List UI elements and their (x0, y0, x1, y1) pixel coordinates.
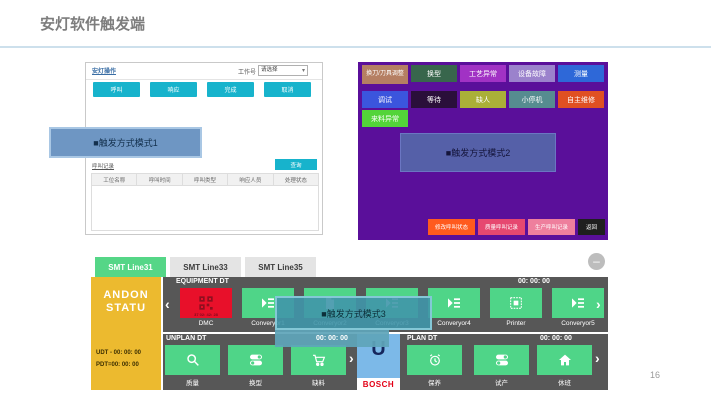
unplan-tile-quality[interactable]: 质量 (165, 345, 220, 387)
record-table-body (91, 186, 319, 231)
alarm-clock-icon (407, 345, 462, 375)
job-number-value: 请选择 (261, 67, 278, 73)
production-call-record-button[interactable]: 生产呼叫记录 (528, 219, 575, 235)
query-button[interactable]: 查询 (275, 159, 317, 170)
pdt-time: PDT=00: 00: 00 (96, 362, 139, 368)
plan-tile-trial-production[interactable]: 试产 (474, 345, 529, 387)
chevron-right-icon[interactable]: › (349, 351, 354, 365)
home-icon (537, 345, 592, 375)
andon-status-panel: ANDON STATU UDT - 00: 00: 00 PDT=00: 00:… (91, 277, 161, 390)
modify-call-status-button[interactable]: 修改呼叫状态 (428, 219, 475, 235)
job-number-label: 工作号 (238, 67, 256, 76)
chevron-left-icon[interactable]: ‹ (165, 297, 170, 311)
mode3-callout: ■触发方式模式3 (275, 296, 432, 330)
col-header: 处理状态 (274, 174, 318, 185)
equipment-tile-conveyor4[interactable]: Converyor4 (428, 288, 480, 327)
andon-tile-measure[interactable]: 测量 (558, 65, 604, 82)
andon-title-line2: STATU (91, 302, 161, 314)
andon-tile-material-abnormal[interactable]: 来料异常 (362, 110, 408, 127)
page-number: 16 (650, 370, 660, 380)
plan-tile-maintenance[interactable]: 保养 (407, 345, 462, 387)
tab-smt-line35[interactable]: SMT Line35 (245, 257, 316, 277)
page-title: 安灯软件触发端 (40, 13, 145, 34)
col-header: 响应人员 (228, 174, 273, 185)
andon-tile-minor-stop[interactable]: 小停机 (509, 91, 555, 108)
record-table-header: 工位名称 呼叫时间 呼叫类型 响应人员 处理状态 (91, 173, 319, 186)
magnifier-icon (165, 345, 220, 375)
cart-icon (291, 345, 346, 375)
unplan-tile-material-shortage[interactable]: 缺料 (291, 345, 346, 387)
chevron-down-icon: ▾ (302, 66, 305, 76)
equipment-dt-header: EQUIPMENT DT (176, 278, 229, 285)
record-list-link[interactable]: 呼叫记录 (92, 162, 114, 170)
mode2-callout: ■触发方式模式2 (400, 133, 556, 172)
equipment-tile-printer[interactable]: Printer (490, 288, 542, 327)
col-header: 工位名称 (92, 174, 137, 185)
conveyor-icon (428, 288, 480, 318)
andon-tile-equipment-fault[interactable]: 设备故障 (509, 65, 555, 82)
mode1-callout: ■触发方式模式1 (49, 127, 202, 158)
andon-tile-debug[interactable]: 调试 (362, 91, 408, 108)
unplan-dt-header: UNPLAN DT (166, 335, 206, 342)
header-separator (86, 79, 322, 80)
chevron-right-icon[interactable]: › (596, 297, 601, 311)
chip-icon (490, 288, 542, 318)
qr-code-icon: 37 02: 42: 28 (180, 288, 232, 318)
equipment-tile-dmc[interactable]: 37 02: 42: 28 DMC (180, 288, 232, 327)
plan-tile-rest[interactable]: 休班 (537, 345, 592, 387)
andon-tile-process-abnormal[interactable]: 工艺异常 (460, 65, 506, 82)
equipment-dt-time: 00: 00: 00 (518, 278, 550, 285)
call-button-1[interactable]: 呼叫 (93, 82, 140, 97)
unplan-dt-time: 00: 00: 00 (275, 330, 389, 347)
tab-smt-line33[interactable]: SMT Line33 (170, 257, 241, 277)
andon-title-line1: ANDON (91, 289, 161, 301)
andon-tile-self-repair[interactable]: 自主维修 (558, 91, 604, 108)
andon-tile-no-staff[interactable]: 缺人 (460, 91, 506, 108)
bosch-logo: BOSCH (357, 378, 400, 390)
toggles-icon (474, 345, 529, 375)
title-divider (0, 46, 711, 48)
call-button-4[interactable]: 取消 (264, 82, 311, 97)
slide: 安灯软件触发端 16 安灯操作 工作号 请选择 ▾ 呼叫 响应 完成 取消 呼叫… (0, 0, 711, 400)
job-number-select[interactable]: 请选择 ▾ (258, 65, 308, 76)
call-button-3[interactable]: 完成 (207, 82, 254, 97)
col-header: 呼叫类型 (183, 174, 228, 185)
udt-time: UDT - 00: 00: 00 (96, 350, 141, 356)
andon-tile-wait[interactable]: 等待 (411, 91, 457, 108)
plan-dt-header: PLAN DT (407, 335, 437, 342)
call-button-2[interactable]: 响应 (150, 82, 197, 97)
col-header: 呼叫时间 (137, 174, 182, 185)
chevron-right-icon[interactable]: › (595, 351, 600, 365)
plan-dt-time: 00: 00: 00 (540, 335, 572, 342)
toggles-icon (228, 345, 283, 375)
unplan-tile-changeover[interactable]: 换型 (228, 345, 283, 387)
tab-smt-line31[interactable]: SMT Line31 (95, 257, 166, 277)
back-button[interactable]: 返回 (578, 219, 605, 235)
window1-header-link[interactable]: 安灯操作 (92, 66, 116, 75)
dmc-downtime: 37 02: 42: 28 (180, 312, 232, 317)
andon-tile-toolchange[interactable]: 换刀/刀具调整 (362, 65, 408, 84)
minimize-button[interactable]: – (588, 253, 605, 270)
andon-tile-changeover[interactable]: 换型 (411, 65, 457, 82)
quality-call-record-button[interactable]: 质量呼叫记录 (478, 219, 525, 235)
